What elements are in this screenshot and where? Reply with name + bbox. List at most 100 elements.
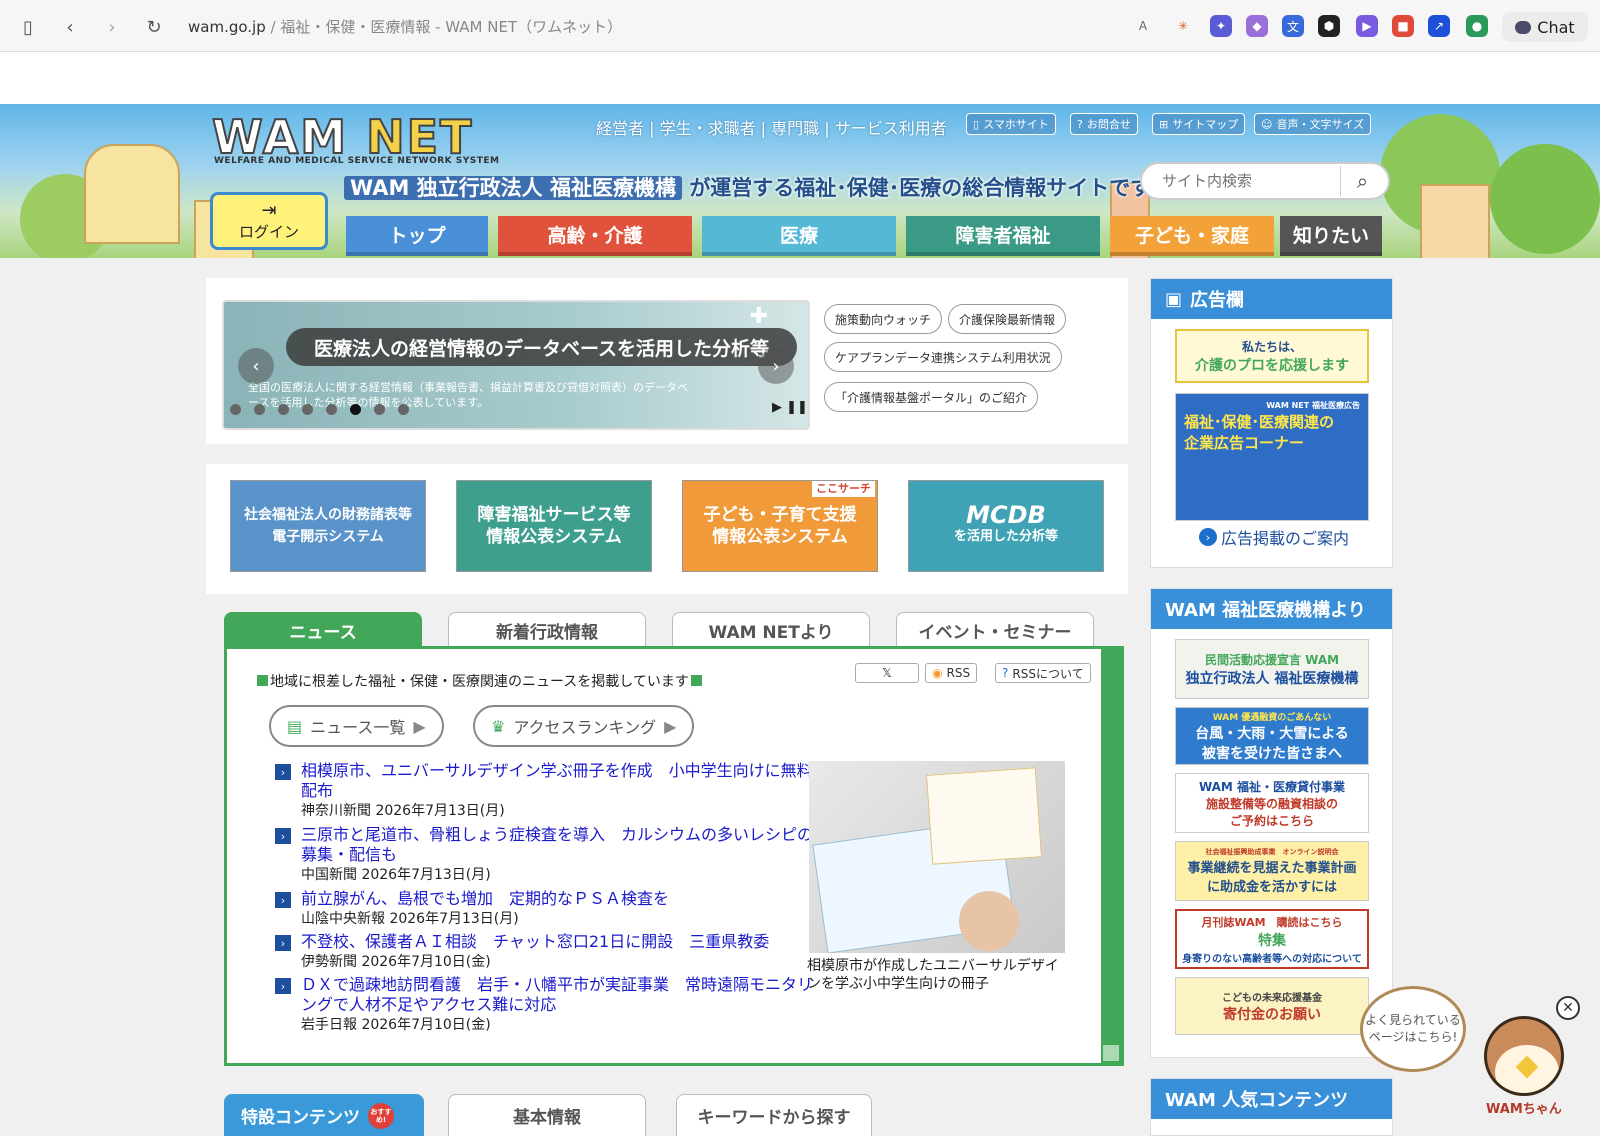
tab-news[interactable]: ニュース (224, 612, 422, 648)
slider-dot[interactable] (278, 404, 289, 415)
slider-dot[interactable] (374, 404, 385, 415)
plus-icon: ✚ (749, 304, 768, 329)
ad-panel-header: ▣ 広告欄 (1151, 279, 1392, 319)
pill-care-insurance-news[interactable]: 介護保険最新情報 (948, 304, 1067, 334)
ad-care-pro[interactable]: 私たちは、 介護のプロを応援します (1175, 329, 1369, 383)
news-item[interactable]: › 不登校、保護者ＡＩ相談 チャット窓口21日に開設 三重県教委 伊勢新聞 2026… (275, 932, 820, 972)
search-input[interactable] (1162, 172, 1332, 190)
translate-icon[interactable]: A (1132, 15, 1154, 37)
slider-next-icon[interactable]: › (758, 348, 794, 384)
extension-sun-icon[interactable]: ✳ (1172, 15, 1194, 37)
pill-care-portal[interactable]: 「介護情報基盤ポータル」のご紹介 (824, 382, 1039, 412)
chevron-right-icon: › (275, 828, 291, 844)
sidebar-toggle-icon[interactable]: ▯ (14, 13, 42, 41)
tab-keyword-search[interactable]: キーワードから探す (676, 1094, 872, 1136)
pill-policy-watch[interactable]: 施策動向ウォッチ (824, 304, 943, 334)
tab-events-seminars[interactable]: イベント・セミナー (896, 612, 1094, 648)
chat-button[interactable]: Chat (1502, 12, 1588, 42)
pill-careplan-data[interactable]: ケアプランデータ連携システム利用状況 (824, 342, 1062, 372)
recommend-badge: おすすめ! (368, 1102, 394, 1129)
extension-video-icon[interactable]: ▶ (1356, 15, 1378, 37)
logo-subtitle: WELFARE AND MEDICAL SERVICE NETWORK SYST… (214, 156, 500, 166)
nav-elderly-care[interactable]: 高齢・介護 (498, 216, 692, 256)
news-item[interactable]: › 前立腺がん、島根でも増加 定期的なＰＳＡ検査を 山陰中央新報 2026年7月13… (275, 889, 820, 929)
accessibility-button[interactable]: ☺ 音声・文字サイズ (1254, 113, 1372, 135)
rss-about-button[interactable]: ? RSSについて (995, 663, 1091, 683)
close-icon[interactable]: ✕ (1556, 996, 1580, 1020)
banner-disability-service-info[interactable]: 障害福祉サービス等 情報公表システム (456, 480, 652, 572)
search-icon[interactable]: ⌕ (1340, 166, 1384, 196)
tab-admin-info[interactable]: 新着行政情報 (448, 612, 646, 648)
wam-banner-grant-seminar[interactable]: 社会福祉振興助成事業 オンライン説明会 事業継続を見据えた事業計画 に助成金を活かす… (1175, 841, 1369, 901)
slider-dot[interactable] (398, 404, 409, 415)
news-list-button[interactable]: ▤ ニュース一覧 ▶ (269, 705, 444, 747)
mascot-bird-icon[interactable] (1484, 1016, 1564, 1096)
browser-toolbar: ▯ ‹ › ↻ wam.go.jp / 福祉・保健・医療情報 - WAM NET… (0, 0, 1600, 52)
nav-children-family[interactable]: 子ども・家庭 (1110, 216, 1274, 256)
nav-disability-welfare[interactable]: 障害者福祉 (906, 216, 1100, 256)
mascot-speech-bubble[interactable]: よく見られている ページはこちら! (1360, 986, 1466, 1072)
news-item[interactable]: › 三原市と尾道市、骨粗しょう症検査を導入 カルシウムの多いレシピの募集・配信も中… (275, 825, 820, 885)
nav-medical[interactable]: 医療 (702, 216, 896, 256)
nav-want-to-know[interactable]: 知りたい (1280, 216, 1382, 256)
rss-icon: ◉ (932, 666, 943, 680)
ad-corporate-corner[interactable]: WAM NET 福祉医療広告 福祉･保健･医療関連の 企業広告コーナー (1175, 393, 1369, 521)
featured-slider[interactable]: ✚ 医療法人の経営情報のデータベースを活用した分析等 全国の医療法人に関する経営… (222, 300, 810, 430)
chevron-right-icon: › (275, 764, 291, 780)
login-button[interactable]: ⇥ ログイン (210, 192, 328, 250)
news-scrollbar[interactable] (1101, 649, 1121, 1063)
extension-hex-icon[interactable]: ⬢ (1318, 15, 1340, 37)
extension-star-icon[interactable]: ✦ (1210, 15, 1232, 37)
wam-banner-loan-consultation[interactable]: WAM 福祉・医療貸付事業 施設整備等の融資相談の ご予約はこちら (1175, 773, 1369, 833)
news-item[interactable]: › ＤＸで過疎地訪問看護 岩手・八幡平市が実証事業 常時遠隔モニタリングで人材不足… (275, 975, 820, 1035)
tab-basic-info[interactable]: 基本情報 (448, 1094, 646, 1136)
extension-red-icon[interactable]: ■ (1392, 15, 1414, 37)
access-ranking-button[interactable]: ♛ アクセスランキング ▶ (473, 705, 695, 747)
page-top-strip (0, 52, 1600, 104)
slider-play-pause-icon[interactable]: ▶ ❚❚ (772, 400, 808, 415)
wam-banner-monthly-magazine[interactable]: 月刊誌WAM 購読はこちら 特集 身寄りのない高齢者等への対応について (1175, 909, 1369, 969)
x-share-button[interactable]: 𝕏 (855, 663, 919, 683)
smartphone-site-button[interactable]: ▯ スマホサイト (966, 113, 1056, 135)
news-photo[interactable] (809, 761, 1065, 953)
wam-banner-private-support[interactable]: 民間活動応援宣言 WAM 独立行政法人 福祉医療機構 (1175, 639, 1369, 699)
chat-label: Chat (1537, 17, 1575, 37)
audience-links[interactable]: 経営者 | 学生・求職者 | 専門職 | サービス利用者 (596, 115, 947, 139)
slide-title[interactable]: 医療法人の経営情報のデータベースを活用した分析等 (286, 328, 798, 366)
reload-icon[interactable]: ↻ (140, 13, 168, 41)
news-scrollbar-thumb[interactable] (1103, 1045, 1119, 1061)
slide-description: 全国の医療法人に関する経営情報（事業報告書、損益計算書及び貸借対照表）のデータベ… (248, 381, 688, 409)
house-decoration-right (1420, 184, 1490, 258)
slider-dot[interactable] (230, 404, 241, 415)
slider-dot-active[interactable] (350, 404, 361, 415)
wam-info-panel: WAM 福祉医療機構より 民間活動応援宣言 WAM 独立行政法人 福祉医療機構 W… (1150, 588, 1393, 1058)
wam-banner-children-fund[interactable]: こどもの未来応援基金 寄付金のお願い (1175, 977, 1369, 1035)
rss-button[interactable]: ◉ RSS (925, 663, 978, 683)
address-bar[interactable]: wam.go.jp / 福祉・保健・医療情報 - WAM NET（ワムネット） (188, 16, 622, 37)
extension-record-icon[interactable]: ● (1466, 15, 1488, 37)
sitemap-button[interactable]: ⊞ サイトマップ (1152, 113, 1246, 135)
banner-social-welfare-disclosure[interactable]: 社会福祉法人の財務諸表等 電子開示システム (230, 480, 426, 572)
news-item[interactable]: › 相模原市、ユニバーサルデザイン学ぶ冊子を作成 小中学生向けに無料配布 神奈川新聞… (275, 761, 820, 821)
extension-chart-icon[interactable]: ↗ (1428, 15, 1450, 37)
back-icon[interactable]: ‹ (56, 13, 84, 41)
banner-mcdb-analysis[interactable]: MCDB を活用した分析等 (908, 480, 1104, 572)
site-search: ⌕ (1140, 162, 1390, 200)
banner-child-support-info[interactable]: ここサーチ 子ども・子育て支援 情報公表システム (682, 480, 878, 572)
triangle-right-icon: ▶ (413, 716, 426, 736)
extension-purple-icon[interactable]: ◆ (1246, 15, 1268, 37)
ad-info-link[interactable]: › 広告掲載のご案内 (1199, 525, 1349, 549)
slider-dot[interactable] (302, 404, 313, 415)
booklet-page (925, 767, 1043, 865)
forward-icon[interactable]: › (98, 13, 126, 41)
extension-translate-icon[interactable]: 文 (1282, 15, 1304, 37)
wam-banner-disaster-loan[interactable]: WAM 優遇融資のごあんない 台風・大雨・大雪による 被害を受けた皆さまへ (1175, 707, 1369, 765)
slider-dot[interactable] (326, 404, 337, 415)
tab-special-contents[interactable]: 特設コンテンツ おすすめ! (224, 1094, 424, 1136)
ad-panel: ▣ 広告欄 私たちは、 介護のプロを応援します WAM NET 福祉医療広告 福祉･保… (1150, 278, 1393, 568)
tab-from-wamnet[interactable]: WAM NETより (672, 612, 870, 648)
slider-prev-icon[interactable]: ‹ (238, 348, 274, 384)
slider-dot[interactable] (254, 404, 265, 415)
contact-button[interactable]: ? お問合せ (1070, 113, 1138, 135)
nav-top[interactable]: トップ (346, 216, 488, 256)
